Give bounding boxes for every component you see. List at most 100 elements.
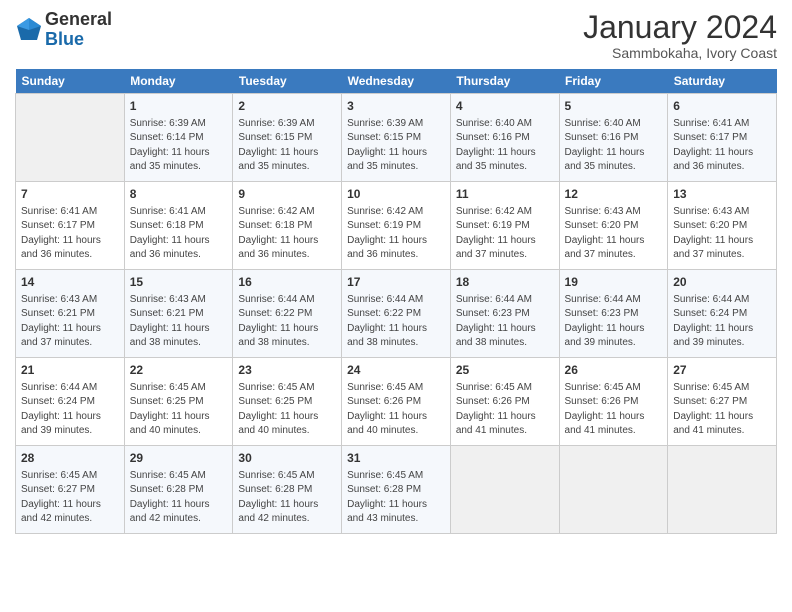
day-info: Sunrise: 6:45 AM Sunset: 6:28 PM Dayligh…	[347, 469, 445, 527]
calendar-cell: 6 Sunrise: 6:41 AM Sunset: 6:17 PM Daylig…	[668, 94, 777, 182]
calendar-cell: 22 Sunrise: 6:45 AM Sunset: 6:25 PM Dayli…	[124, 358, 233, 446]
title-block: January 2024 Sammbokaha, Ivory Coast	[583, 10, 777, 61]
day-info: Sunrise: 6:42 AM Sunset: 6:18 PM Dayligh…	[238, 205, 336, 263]
calendar-cell: 9 Sunrise: 6:42 AM Sunset: 6:18 PM Daylig…	[233, 182, 342, 270]
column-header-monday: Monday	[124, 69, 233, 94]
calendar-cell: 16 Sunrise: 6:44 AM Sunset: 6:22 PM Dayli…	[233, 270, 342, 358]
day-info: Sunrise: 6:45 AM Sunset: 6:26 PM Dayligh…	[565, 381, 663, 439]
day-info: Sunrise: 6:42 AM Sunset: 6:19 PM Dayligh…	[456, 205, 554, 263]
calendar-cell: 5Sunrise: 6:40 AM Sunset: 6:16 PM Daylig…	[559, 94, 668, 182]
calendar-cell: 26Sunrise: 6:45 AM Sunset: 6:26 PM Dayli…	[559, 358, 668, 446]
calendar-cell: 24Sunrise: 6:45 AM Sunset: 6:26 PM Dayli…	[342, 358, 451, 446]
day-info: Sunrise: 6:39 AM Sunset: 6:14 PM Dayligh…	[130, 117, 228, 175]
calendar-cell: 31 Sunrise: 6:45 AM Sunset: 6:28 PM Dayli…	[342, 446, 451, 534]
day-number: 5	[565, 98, 663, 115]
day-number: 27	[673, 362, 771, 379]
week-row-4: 28 Sunrise: 6:45 AM Sunset: 6:27 PM Dayli…	[16, 446, 777, 534]
day-number: 28	[21, 450, 119, 467]
day-info: Sunrise: 6:45 AM Sunset: 6:27 PM Dayligh…	[673, 381, 771, 439]
calendar-cell	[16, 94, 125, 182]
week-row-3: 21 Sunrise: 6:44 AM Sunset: 6:24 PM Dayli…	[16, 358, 777, 446]
calendar-cell: 21 Sunrise: 6:44 AM Sunset: 6:24 PM Dayli…	[16, 358, 125, 446]
calendar-cell: 20Sunrise: 6:44 AM Sunset: 6:24 PM Dayli…	[668, 270, 777, 358]
day-number: 13	[673, 186, 771, 203]
column-header-sunday: Sunday	[16, 69, 125, 94]
day-info: Sunrise: 6:44 AM Sunset: 6:22 PM Dayligh…	[238, 293, 336, 351]
day-number: 31	[347, 450, 445, 467]
day-number: 23	[238, 362, 336, 379]
subtitle: Sammbokaha, Ivory Coast	[583, 45, 777, 61]
day-number: 11	[456, 186, 554, 203]
day-number: 17	[347, 274, 445, 291]
calendar-table: SundayMondayTuesdayWednesdayThursdayFrid…	[15, 69, 777, 534]
day-info: Sunrise: 6:44 AM Sunset: 6:23 PM Dayligh…	[456, 293, 554, 351]
day-number: 6	[673, 98, 771, 115]
day-info: Sunrise: 6:42 AM Sunset: 6:19 PM Dayligh…	[347, 205, 445, 263]
day-info: Sunrise: 6:45 AM Sunset: 6:27 PM Dayligh…	[21, 469, 119, 527]
day-number: 16	[238, 274, 336, 291]
day-number: 1	[130, 98, 228, 115]
day-number: 4	[456, 98, 554, 115]
calendar-cell: 10 Sunrise: 6:42 AM Sunset: 6:19 PM Dayli…	[342, 182, 451, 270]
calendar-cell: 15 Sunrise: 6:43 AM Sunset: 6:21 PM Dayli…	[124, 270, 233, 358]
logo: General Blue	[15, 10, 112, 50]
day-number: 29	[130, 450, 228, 467]
day-info: Sunrise: 6:45 AM Sunset: 6:28 PM Dayligh…	[130, 469, 228, 527]
day-number: 18	[456, 274, 554, 291]
main-title: January 2024	[583, 10, 777, 45]
day-number: 19	[565, 274, 663, 291]
week-row-2: 14Sunrise: 6:43 AM Sunset: 6:21 PM Dayli…	[16, 270, 777, 358]
day-info: Sunrise: 6:44 AM Sunset: 6:22 PM Dayligh…	[347, 293, 445, 351]
calendar-cell: 23 Sunrise: 6:45 AM Sunset: 6:25 PM Dayli…	[233, 358, 342, 446]
day-number: 30	[238, 450, 336, 467]
column-header-friday: Friday	[559, 69, 668, 94]
day-number: 25	[456, 362, 554, 379]
logo-line1: General	[45, 9, 112, 29]
day-info: Sunrise: 6:39 AM Sunset: 6:15 PM Dayligh…	[347, 117, 445, 175]
calendar-cell: 17 Sunrise: 6:44 AM Sunset: 6:22 PM Dayli…	[342, 270, 451, 358]
day-number: 8	[130, 186, 228, 203]
day-number: 10	[347, 186, 445, 203]
calendar-cell: 28 Sunrise: 6:45 AM Sunset: 6:27 PM Dayli…	[16, 446, 125, 534]
calendar-cell: 11 Sunrise: 6:42 AM Sunset: 6:19 PM Dayli…	[450, 182, 559, 270]
day-info: Sunrise: 6:44 AM Sunset: 6:24 PM Dayligh…	[21, 381, 119, 439]
logo-icon	[15, 16, 43, 44]
calendar-cell: 2Sunrise: 6:39 AM Sunset: 6:15 PM Daylig…	[233, 94, 342, 182]
day-number: 9	[238, 186, 336, 203]
day-number: 24	[347, 362, 445, 379]
day-info: Sunrise: 6:44 AM Sunset: 6:23 PM Dayligh…	[565, 293, 663, 351]
header: General Blue January 2024 Sammbokaha, Iv…	[15, 10, 777, 61]
column-header-wednesday: Wednesday	[342, 69, 451, 94]
day-number: 22	[130, 362, 228, 379]
day-info: Sunrise: 6:45 AM Sunset: 6:25 PM Dayligh…	[238, 381, 336, 439]
calendar-cell: 3 Sunrise: 6:39 AM Sunset: 6:15 PM Daylig…	[342, 94, 451, 182]
calendar-cell: 25 Sunrise: 6:45 AM Sunset: 6:26 PM Dayli…	[450, 358, 559, 446]
calendar-cell	[559, 446, 668, 534]
day-number: 21	[21, 362, 119, 379]
logo-text: General Blue	[45, 10, 112, 50]
day-info: Sunrise: 6:40 AM Sunset: 6:16 PM Dayligh…	[456, 117, 554, 175]
day-info: Sunrise: 6:41 AM Sunset: 6:18 PM Dayligh…	[130, 205, 228, 263]
week-row-0: 1 Sunrise: 6:39 AM Sunset: 6:14 PM Daylig…	[16, 94, 777, 182]
calendar-cell: 8 Sunrise: 6:41 AM Sunset: 6:18 PM Daylig…	[124, 182, 233, 270]
day-info: Sunrise: 6:45 AM Sunset: 6:25 PM Dayligh…	[130, 381, 228, 439]
day-number: 3	[347, 98, 445, 115]
calendar-cell: 27 Sunrise: 6:45 AM Sunset: 6:27 PM Dayli…	[668, 358, 777, 446]
day-info: Sunrise: 6:45 AM Sunset: 6:26 PM Dayligh…	[456, 381, 554, 439]
day-number: 15	[130, 274, 228, 291]
calendar-cell: 12 Sunrise: 6:43 AM Sunset: 6:20 PM Dayli…	[559, 182, 668, 270]
day-info: Sunrise: 6:45 AM Sunset: 6:28 PM Dayligh…	[238, 469, 336, 527]
calendar-cell: 19 Sunrise: 6:44 AM Sunset: 6:23 PM Dayli…	[559, 270, 668, 358]
calendar-cell	[668, 446, 777, 534]
day-number: 12	[565, 186, 663, 203]
day-number: 2	[238, 98, 336, 115]
calendar-cell: 18 Sunrise: 6:44 AM Sunset: 6:23 PM Dayli…	[450, 270, 559, 358]
day-info: Sunrise: 6:43 AM Sunset: 6:21 PM Dayligh…	[130, 293, 228, 351]
header-row: SundayMondayTuesdayWednesdayThursdayFrid…	[16, 69, 777, 94]
day-info: Sunrise: 6:43 AM Sunset: 6:20 PM Dayligh…	[565, 205, 663, 263]
day-info: Sunrise: 6:41 AM Sunset: 6:17 PM Dayligh…	[673, 117, 771, 175]
column-header-thursday: Thursday	[450, 69, 559, 94]
day-info: Sunrise: 6:44 AM Sunset: 6:24 PM Dayligh…	[673, 293, 771, 351]
column-header-tuesday: Tuesday	[233, 69, 342, 94]
calendar-cell	[450, 446, 559, 534]
